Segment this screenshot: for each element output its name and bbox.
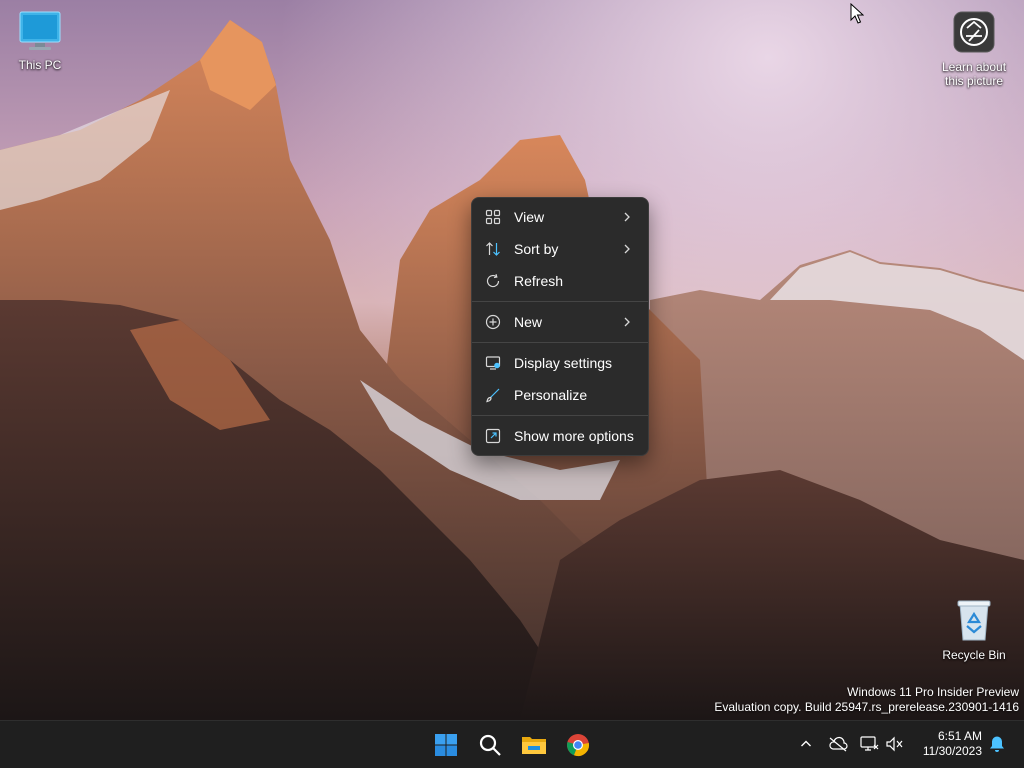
- menu-item-show-more-options[interactable]: Show more options: [472, 420, 648, 452]
- show-hidden-icons-button[interactable]: [795, 733, 817, 755]
- desktop-icon-recycle-bin[interactable]: Recycle Bin: [934, 598, 1014, 662]
- menu-item-sort-by[interactable]: Sort by: [472, 233, 648, 265]
- chevron-right-icon: [618, 240, 636, 258]
- sort-icon: [484, 240, 502, 258]
- network-icon: [860, 736, 879, 751]
- watermark-line-1: Windows 11 Pro Insider Preview: [847, 685, 1019, 699]
- watermark-line-2: Evaluation copy. Build 25947.rs_prerelea…: [714, 700, 1019, 714]
- start-button[interactable]: [427, 726, 465, 764]
- menu-item-label: View: [514, 209, 545, 225]
- desktop-context-menu: View Sort by Refresh New Display setting…: [471, 197, 649, 456]
- menu-separator: [472, 415, 648, 416]
- menu-item-new[interactable]: New: [472, 306, 648, 338]
- mouse-cursor-icon: [850, 3, 864, 24]
- menu-separator: [472, 301, 648, 302]
- grid-icon: [484, 208, 502, 226]
- evaluation-watermark: Windows 11 Pro Insider Preview Evaluatio…: [714, 685, 1019, 715]
- display-icon: [484, 354, 502, 372]
- volume-muted-icon: [886, 736, 903, 752]
- desktop-icon-learn-about-picture[interactable]: Learn about this picture: [934, 10, 1014, 88]
- chrome-icon: [567, 734, 589, 757]
- onedrive-offline-icon: [829, 736, 848, 752]
- chevron-up-icon: [801, 740, 811, 747]
- external-icon: [484, 427, 502, 445]
- desktop[interactable]: This PC Learn about this picture Recycle…: [0, 0, 1024, 720]
- onedrive-button[interactable]: [827, 733, 849, 755]
- chevron-right-icon: [618, 208, 636, 226]
- search-icon: [479, 734, 501, 756]
- menu-item-label: Display settings: [514, 355, 613, 371]
- menu-item-label: New: [514, 314, 543, 330]
- desktop-icon-this-pc[interactable]: This PC: [0, 10, 80, 72]
- desktop-icon-label: Learn about this picture: [941, 60, 1007, 88]
- taskbar: 6:51 AM 11/30/2023: [0, 720, 1024, 768]
- taskbar-clock[interactable]: 6:51 AM 11/30/2023: [923, 729, 982, 759]
- chevron-right-icon: [618, 313, 636, 331]
- menu-separator: [472, 342, 648, 343]
- menu-item-view[interactable]: View: [472, 201, 648, 233]
- notifications-button[interactable]: [986, 733, 1008, 755]
- plus-circle-icon: [484, 313, 502, 331]
- windows-start-icon: [435, 734, 457, 756]
- brush-icon: [484, 386, 502, 404]
- menu-item-refresh[interactable]: Refresh: [472, 265, 648, 297]
- recycle-bin-icon: [934, 598, 1014, 645]
- network-button[interactable]: [858, 733, 880, 755]
- search-button[interactable]: [471, 726, 509, 764]
- volume-button[interactable]: [884, 733, 906, 755]
- bell-icon: [990, 736, 1004, 752]
- menu-item-display-settings[interactable]: Display settings: [472, 347, 648, 379]
- chrome-button[interactable]: [559, 726, 597, 764]
- menu-item-personalize[interactable]: Personalize: [472, 379, 648, 411]
- clock-date: 11/30/2023: [922, 744, 982, 758]
- menu-item-label: Show more options: [514, 428, 634, 444]
- clock-time: 6:51 AM: [937, 729, 982, 743]
- desktop-icon-label: This PC: [18, 58, 62, 72]
- menu-item-label: Sort by: [514, 241, 559, 257]
- menu-item-label: Personalize: [514, 387, 588, 403]
- menu-item-label: Refresh: [514, 273, 564, 289]
- camera-icon: [934, 10, 1014, 57]
- file-explorer-icon: [522, 737, 546, 754]
- refresh-icon: [484, 272, 502, 290]
- file-explorer-button[interactable]: [515, 726, 553, 764]
- desktop-icon-label: Recycle Bin: [942, 648, 1006, 662]
- monitor-icon: [0, 10, 80, 55]
